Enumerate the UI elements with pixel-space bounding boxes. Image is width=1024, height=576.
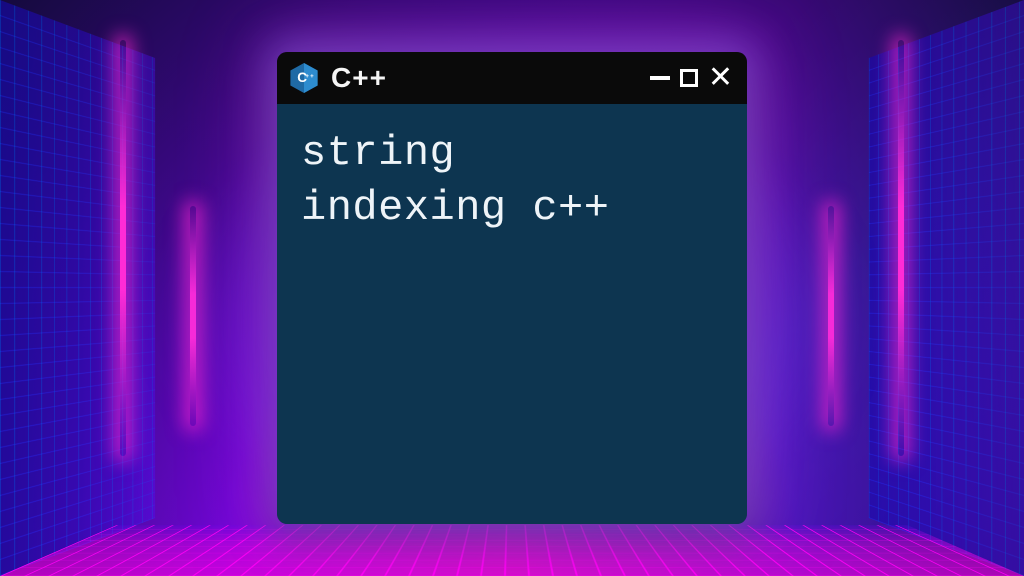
neon-bar bbox=[190, 206, 196, 426]
neon-bar bbox=[828, 206, 834, 426]
maximize-icon[interactable] bbox=[680, 69, 698, 87]
window-title: C++ bbox=[331, 62, 640, 94]
minimize-icon[interactable] bbox=[650, 76, 670, 80]
svg-text:+: + bbox=[305, 73, 309, 80]
titlebar[interactable]: C + + C++ ✕ bbox=[277, 52, 747, 104]
bg-right-panel bbox=[869, 0, 1024, 576]
neon-bar bbox=[120, 40, 126, 456]
bg-left-panel bbox=[0, 0, 155, 576]
terminal-window: C + + C++ ✕ string indexing c++ bbox=[277, 52, 747, 524]
neon-bar bbox=[898, 40, 904, 456]
svg-text:+: + bbox=[310, 73, 314, 80]
content-area: string indexing c++ bbox=[277, 104, 747, 524]
window-controls: ✕ bbox=[650, 63, 733, 93]
cpp-icon: C + + bbox=[287, 61, 321, 95]
close-icon[interactable]: ✕ bbox=[708, 63, 733, 93]
bg-grid-floor bbox=[0, 525, 1024, 576]
code-text: string indexing c++ bbox=[301, 126, 723, 235]
